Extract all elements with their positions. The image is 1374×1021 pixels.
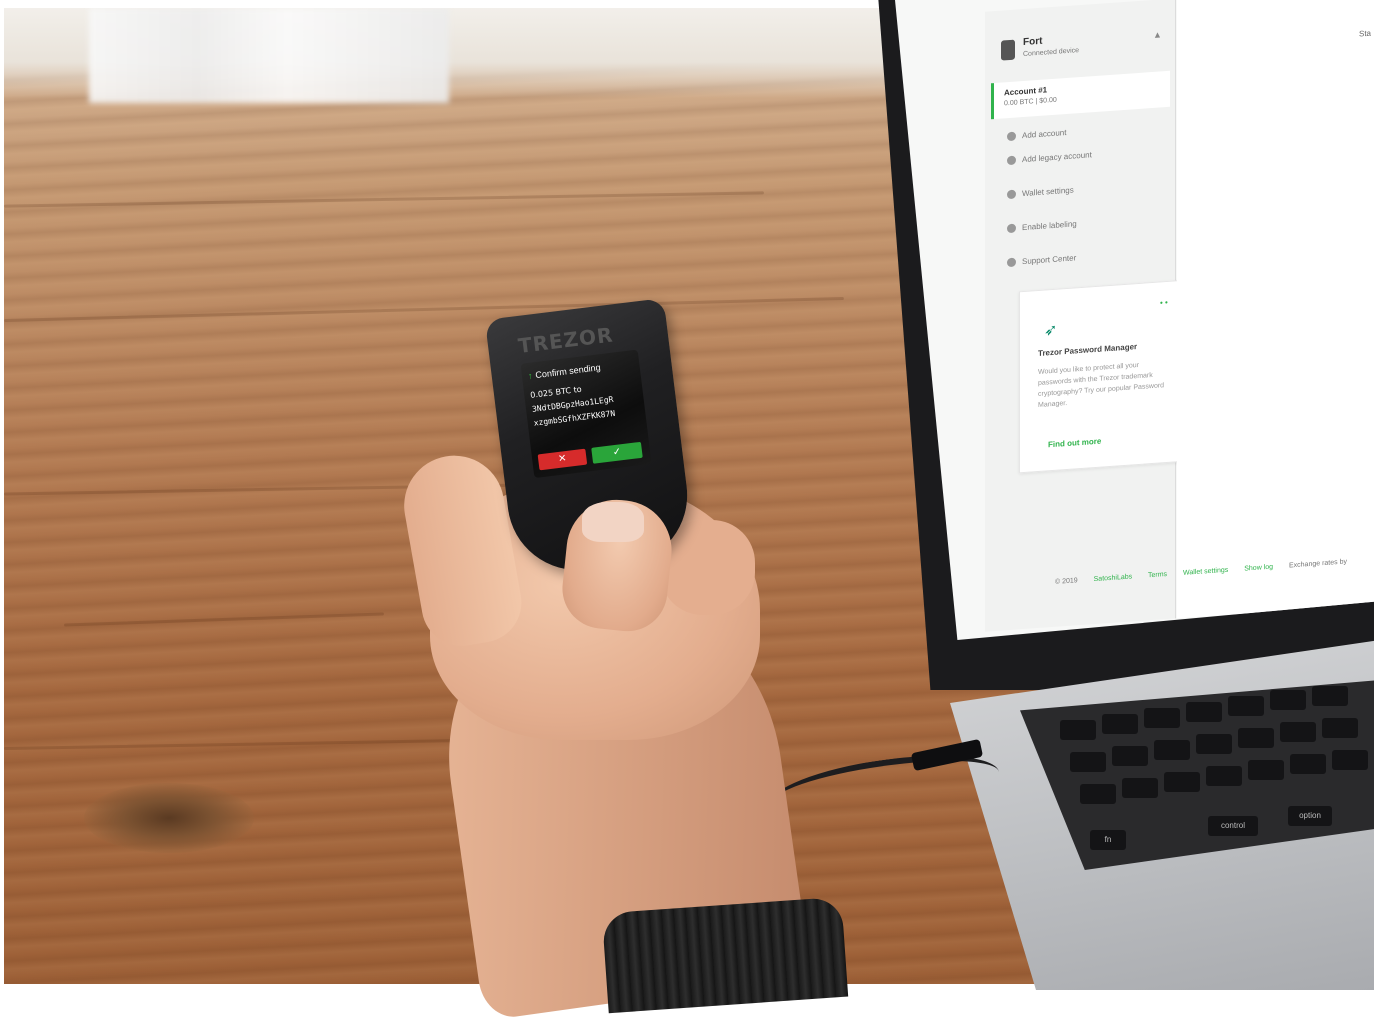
- wallet-sidebar: Fort Connected device ▲ Account #1 0.00 …: [985, 0, 1189, 632]
- key[interactable]: [1312, 686, 1348, 706]
- wood-grain: [4, 738, 464, 751]
- key[interactable]: [1248, 760, 1284, 780]
- support-icon: [1007, 257, 1016, 268]
- footer-link[interactable]: Terms: [1148, 571, 1167, 579]
- device-brand-logo: TREZOR: [516, 322, 615, 358]
- promo-link[interactable]: Find out more: [1048, 437, 1101, 450]
- wood-knot: [84, 783, 254, 853]
- arrow-up-icon: ↑: [527, 370, 534, 382]
- key[interactable]: [1144, 708, 1180, 728]
- key[interactable]: [1164, 772, 1200, 792]
- key[interactable]: [1238, 728, 1274, 748]
- confirm-title-text: Confirm sending: [534, 362, 602, 381]
- confirm-title: ↑ Confirm sending: [527, 362, 601, 381]
- background-curtain: [89, 8, 449, 103]
- key-icon: ➶: [1044, 321, 1058, 340]
- main-label: Sta: [1359, 28, 1372, 39]
- close-icon[interactable]: • •: [1160, 298, 1168, 308]
- support-center-button[interactable]: Support Center: [1007, 253, 1077, 268]
- wrist-watch: [601, 896, 849, 1014]
- wood-grain: [4, 297, 844, 322]
- key[interactable]: [1332, 750, 1368, 770]
- key[interactable]: [1270, 690, 1306, 710]
- key-option[interactable]: option: [1288, 806, 1332, 826]
- key[interactable]: [1122, 778, 1158, 798]
- device-status: Connected device: [1023, 47, 1080, 59]
- promo-body: Would you like to protect all your passw…: [1038, 361, 1165, 410]
- key-fn[interactable]: fn: [1090, 830, 1126, 850]
- sidebar-item-account[interactable]: Account #1 0.00 BTC | $0.00: [991, 70, 1170, 120]
- add-legacy-account-label: Add legacy account: [1022, 150, 1092, 165]
- footer-link[interactable]: SatoshiLabs: [1094, 573, 1133, 583]
- add-account-label: Add account: [1022, 128, 1067, 141]
- key[interactable]: [1280, 722, 1316, 742]
- device-name: Fort: [1023, 35, 1043, 49]
- key[interactable]: [1060, 720, 1096, 740]
- key[interactable]: [1290, 754, 1326, 774]
- key[interactable]: [1154, 740, 1190, 760]
- laptop-screen: Fort Connected device ▲ Account #1 0.00 …: [895, 0, 1374, 640]
- account-name: Account #1: [1004, 85, 1048, 98]
- account-balance: 0.00 BTC | $0.00: [1004, 96, 1057, 108]
- device-screen: ↑ Confirm sending 0.025 BTC to 3NdtDBGpzH…: [520, 349, 652, 479]
- chevron-up-icon[interactable]: ▲: [1153, 29, 1162, 40]
- add-account-button[interactable]: Add account: [1007, 128, 1066, 142]
- wood-grain: [64, 612, 384, 627]
- footer-link[interactable]: Show log: [1244, 564, 1273, 573]
- amount-line: 0.025 BTC to: [529, 384, 583, 400]
- thumbnail-nail: [582, 502, 644, 542]
- add-legacy-account-button[interactable]: Add legacy account: [1007, 150, 1092, 166]
- plus-icon: [1007, 155, 1016, 166]
- footer-copyright: © 2019: [1055, 577, 1078, 586]
- confirm-button[interactable]: ✓: [591, 441, 643, 464]
- enable-labeling-button[interactable]: Enable labeling: [1007, 219, 1077, 234]
- password-manager-promo: • • ➶ Trezor Password Manager Would you …: [1019, 279, 1189, 474]
- tag-icon: [1007, 223, 1016, 234]
- key[interactable]: [1070, 752, 1106, 772]
- enable-labeling-label: Enable labeling: [1022, 219, 1077, 233]
- support-center-label: Support Center: [1022, 253, 1077, 267]
- key[interactable]: [1196, 734, 1232, 754]
- key[interactable]: [1080, 784, 1116, 804]
- wallet-settings-label: Wallet settings: [1022, 185, 1074, 199]
- key[interactable]: [1102, 714, 1138, 734]
- plus-icon: [1007, 131, 1016, 142]
- key-control[interactable]: control: [1208, 816, 1258, 836]
- device-selector[interactable]: Fort Connected device ▲: [995, 21, 1167, 77]
- key[interactable]: [1206, 766, 1242, 786]
- promo-title: Trezor Password Manager: [1038, 342, 1138, 359]
- gear-icon: [1007, 189, 1016, 200]
- cancel-button[interactable]: ✕: [537, 448, 588, 471]
- wallet-main: Sta: [1177, 0, 1374, 619]
- key[interactable]: [1322, 718, 1358, 738]
- key[interactable]: [1186, 702, 1222, 722]
- device-icon: [1001, 39, 1015, 61]
- key[interactable]: [1112, 746, 1148, 766]
- wallet-settings-button[interactable]: Wallet settings: [1007, 186, 1074, 200]
- wood-grain: [4, 191, 764, 208]
- key[interactable]: [1228, 696, 1264, 716]
